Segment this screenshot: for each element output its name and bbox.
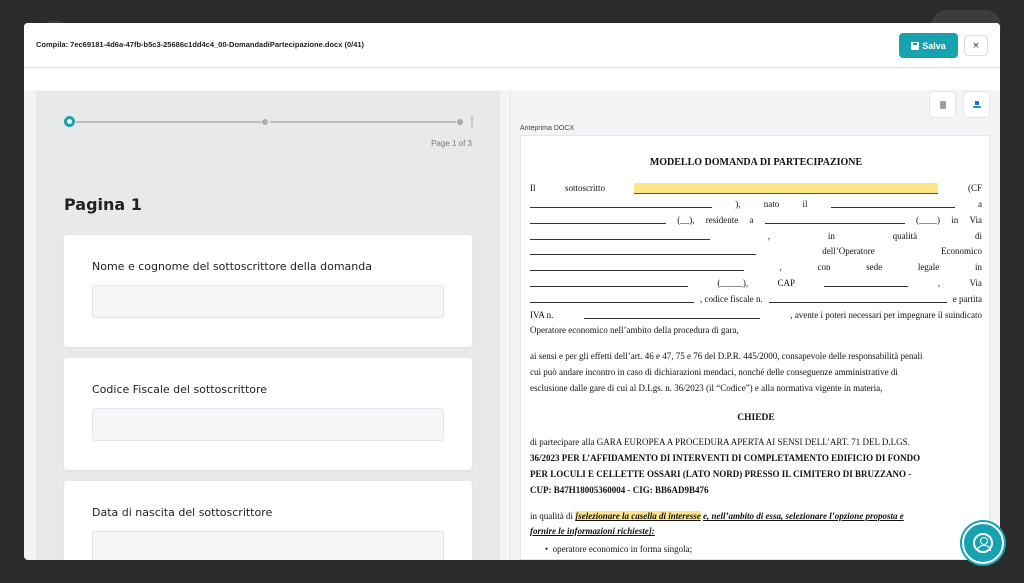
doc-line: (_____), CAP , Via bbox=[530, 278, 982, 289]
doc-line: in qualità di [selezionare la casella di… bbox=[530, 511, 904, 521]
page-counter: Page 1 of 3 bbox=[431, 139, 472, 148]
doc-line: di partecipare alla GARA EUROPEA A PROCE… bbox=[530, 437, 910, 447]
fiscal-code-input[interactable] bbox=[92, 408, 444, 441]
doc-line: fornire le informazioni richieste]: bbox=[530, 526, 655, 536]
modal-header: Compila: 7ec69181-4d6a-47fb-b5c3-25686c1… bbox=[24, 23, 1000, 68]
header-divider-strip bbox=[24, 69, 1000, 90]
progress-step-1[interactable] bbox=[64, 116, 75, 127]
user-icon bbox=[973, 533, 993, 553]
progress-step-2[interactable] bbox=[262, 119, 268, 125]
doc-line: Il sottoscritto (CF bbox=[530, 183, 982, 194]
doc-line: , codice fiscale n. e partita bbox=[530, 294, 982, 305]
doc-line: , in qualità di bbox=[530, 231, 982, 242]
doc-line: IVA n. , avente i poteri necessari per i… bbox=[530, 310, 982, 320]
doc-line: ai sensi e per gli effetti dell’art. 46 … bbox=[530, 351, 923, 361]
progress-line-2 bbox=[270, 121, 456, 123]
progress-line-1 bbox=[76, 121, 261, 123]
field-label: Data di nascita del sottoscrittore bbox=[92, 506, 273, 519]
doc-line: , con sede legale in bbox=[530, 262, 982, 273]
doc-heading-chiede: CHIEDE bbox=[737, 413, 775, 423]
docx-preview-page[interactable]: MODELLO DOMANDA DI PARTECIPAZIONE Il sott… bbox=[520, 135, 990, 560]
doc-line: cui può andare incontro in caso di dichi… bbox=[530, 367, 898, 377]
doc-line: CUP: B47H18005360004 - CIG: BB6AD9B476 bbox=[530, 485, 709, 495]
field-label: Codice Fiscale del sottoscrittore bbox=[92, 383, 268, 396]
doc-line: PER LOCULI E CELLETTE OSSARI (LATO NORD)… bbox=[530, 469, 912, 479]
document-icon bbox=[939, 100, 946, 109]
doc-line: (__), residente a (____) in Via bbox=[530, 215, 982, 226]
compile-modal: Compila: 7ec69181-4d6a-47fb-b5c3-25686c1… bbox=[24, 23, 1000, 560]
doc-title: MODELLO DOMANDA DI PARTECIPAZIONE bbox=[649, 157, 863, 168]
doc-line: dell’Operatore Economico bbox=[530, 246, 982, 257]
save-button-label: Salva bbox=[922, 40, 946, 51]
page-heading: Pagina 1 bbox=[64, 195, 142, 214]
field-label: Nome e cognome del sottoscrittore della … bbox=[92, 260, 372, 273]
name-input[interactable] bbox=[92, 285, 444, 318]
progress-step-3[interactable] bbox=[457, 119, 463, 125]
doc-line: 36/2023 PER L’AFFIDAMENTO DI INTERVENTI … bbox=[530, 453, 921, 463]
doc-line: esclusione dalle gare di cui al D.Lgs. n… bbox=[530, 383, 883, 393]
highlighted-field[interactable] bbox=[634, 183, 939, 194]
download-button[interactable] bbox=[963, 91, 990, 118]
floppy-disk-icon bbox=[911, 41, 920, 50]
doc-line: Operatore economico nell’ambito della pr… bbox=[530, 325, 739, 335]
download-icon bbox=[972, 101, 981, 108]
highlighted-field[interactable]: [selezionare la casella di interesse bbox=[575, 511, 701, 521]
birth-date-input[interactable] bbox=[92, 531, 444, 560]
close-button[interactable]: × bbox=[964, 35, 988, 56]
doc-bullet: • operatore economico in forma singola; bbox=[545, 544, 693, 554]
document-view-button[interactable] bbox=[929, 91, 956, 118]
field-card-fiscal-code: Codice Fiscale del sottoscrittore bbox=[64, 358, 472, 470]
progress-end-marker bbox=[471, 116, 473, 128]
field-card-name: Nome e cognome del sottoscrittore della … bbox=[64, 235, 472, 347]
field-card-birth-date: Data di nascita del sottoscrittore bbox=[64, 481, 472, 560]
preview-label: Anteprima DOCX bbox=[520, 125, 575, 132]
support-chat-button[interactable] bbox=[962, 522, 1004, 564]
doc-line: ), nato il a bbox=[530, 199, 982, 210]
modal-title: Compila: 7ec69181-4d6a-47fb-b5c3-25686c1… bbox=[36, 40, 365, 49]
save-button[interactable]: Salva bbox=[899, 33, 958, 58]
